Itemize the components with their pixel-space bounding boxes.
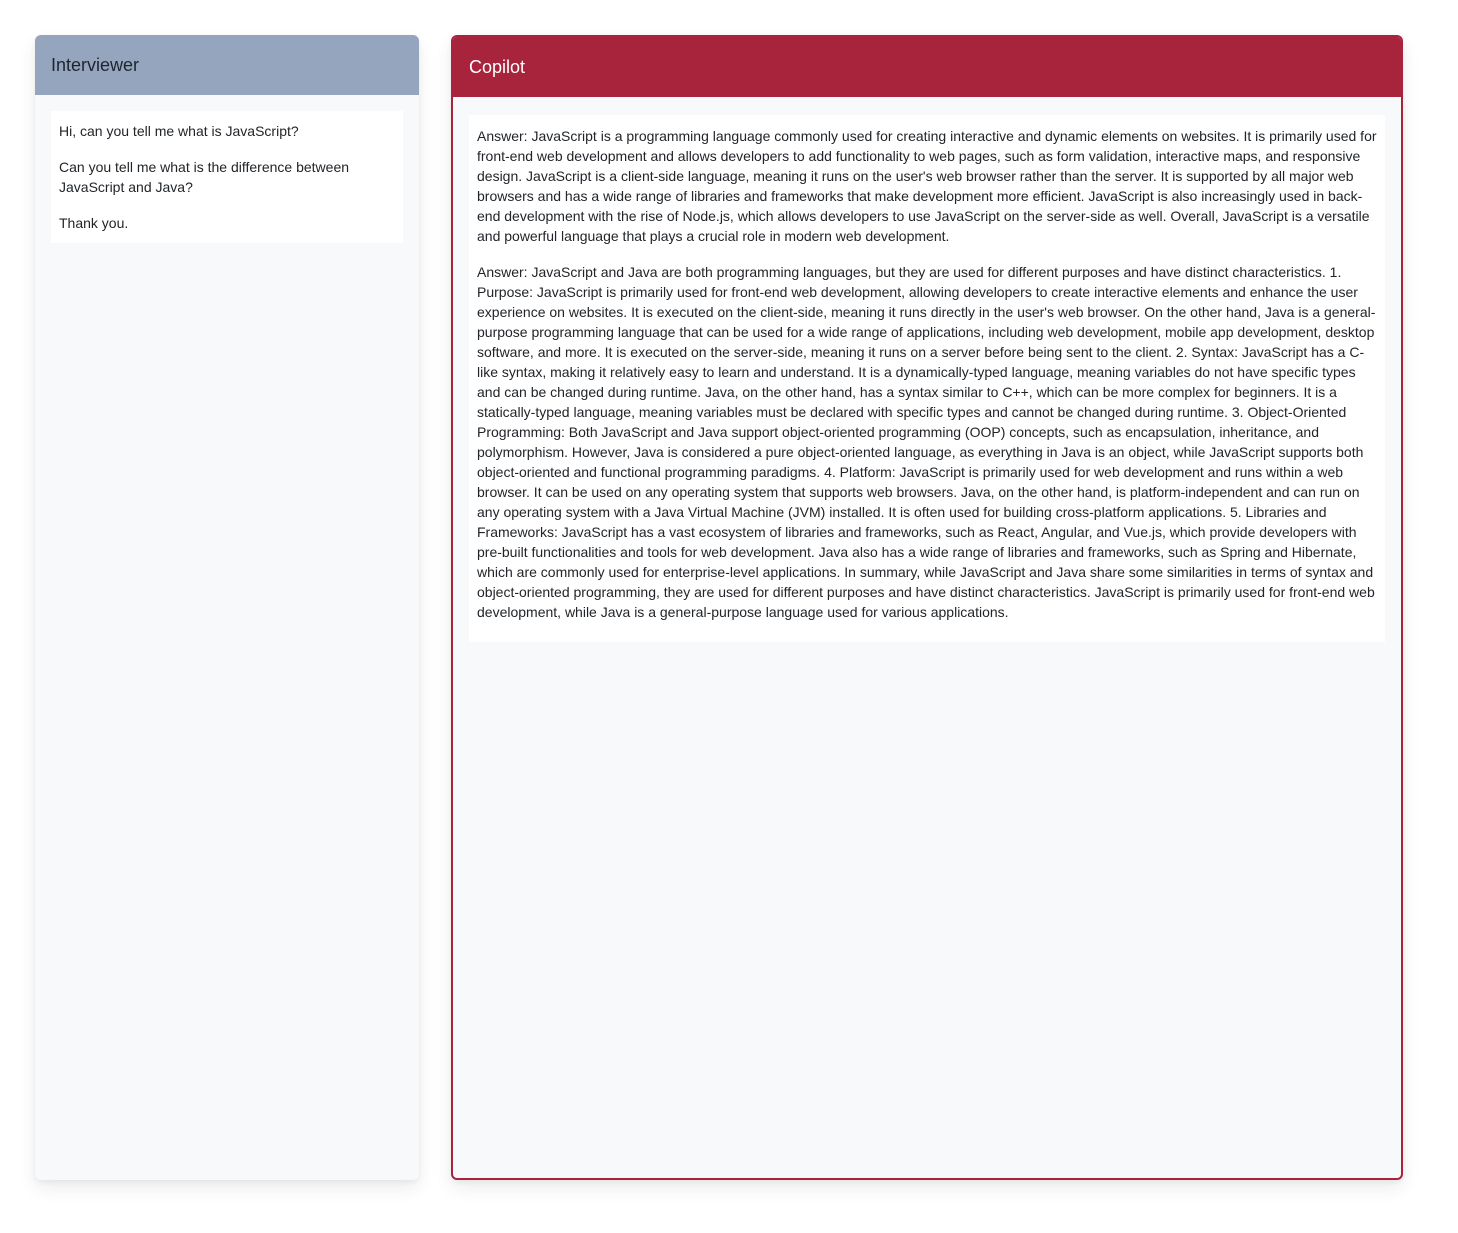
interviewer-transcript: Hi, can you tell me what is JavaScript? … <box>51 111 403 243</box>
copilot-answers: Answer: JavaScript is a programming lang… <box>469 115 1385 642</box>
interviewer-message: Can you tell me what is the difference b… <box>59 159 350 195</box>
interviewer-panel: Interviewer Hi, can you tell me what is … <box>35 35 419 1180</box>
copilot-panel: Copilot Answer: JavaScript is a programm… <box>451 35 1403 1180</box>
copilot-header: Copilot <box>453 37 1401 97</box>
interviewer-title: Interviewer <box>51 54 140 75</box>
copilot-answer: Answer: JavaScript and Java are both pro… <box>477 264 1376 620</box>
interviewer-message: Thank you. <box>59 215 129 231</box>
interviewer-header: Interviewer <box>35 35 419 95</box>
copilot-title: Copilot <box>469 56 526 77</box>
interviewer-message: Hi, can you tell me what is JavaScript? <box>59 123 299 139</box>
copilot-answer: Answer: JavaScript is a programming lang… <box>477 128 1377 244</box>
